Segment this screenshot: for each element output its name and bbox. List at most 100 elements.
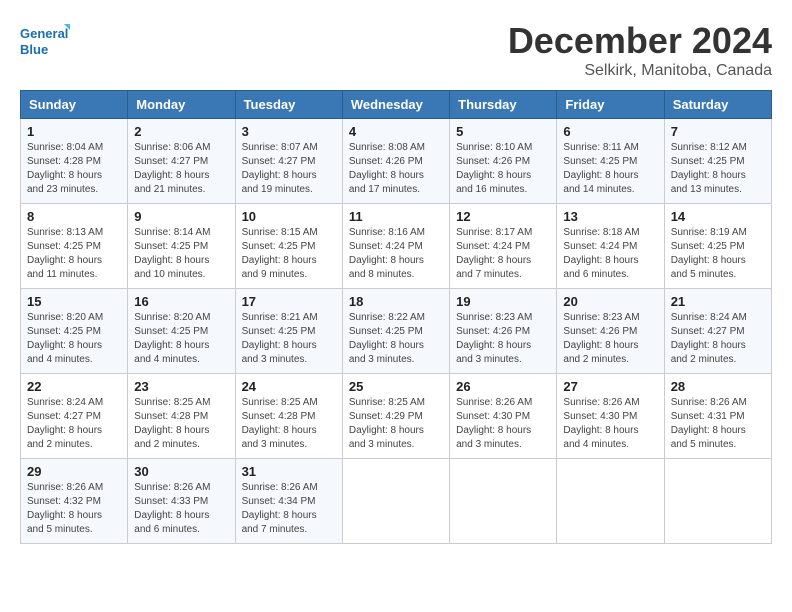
day-detail: Sunrise: 8:20 AMSunset: 4:25 PMDaylight:…: [134, 312, 210, 365]
day-number: 23: [134, 379, 228, 394]
calendar-cell: 22 Sunrise: 8:24 AMSunset: 4:27 PMDaylig…: [21, 374, 128, 459]
day-detail: Sunrise: 8:26 AMSunset: 4:32 PMDaylight:…: [27, 482, 103, 535]
col-header-sunday: Sunday: [21, 91, 128, 119]
calendar-cell: [342, 459, 449, 544]
day-number: 11: [349, 209, 443, 224]
day-detail: Sunrise: 8:26 AMSunset: 4:30 PMDaylight:…: [456, 397, 532, 450]
day-number: 2: [134, 124, 228, 139]
day-detail: Sunrise: 8:07 AMSunset: 4:27 PMDaylight:…: [242, 142, 318, 195]
col-header-tuesday: Tuesday: [235, 91, 342, 119]
day-detail: Sunrise: 8:08 AMSunset: 4:26 PMDaylight:…: [349, 142, 425, 195]
calendar-cell: 1 Sunrise: 8:04 AMSunset: 4:28 PMDayligh…: [21, 119, 128, 204]
day-detail: Sunrise: 8:10 AMSunset: 4:26 PMDaylight:…: [456, 142, 532, 195]
calendar-cell: 20 Sunrise: 8:23 AMSunset: 4:26 PMDaylig…: [557, 289, 664, 374]
day-detail: Sunrise: 8:25 AMSunset: 4:28 PMDaylight:…: [134, 397, 210, 450]
calendar-cell: 31 Sunrise: 8:26 AMSunset: 4:34 PMDaylig…: [235, 459, 342, 544]
calendar-cell: 3 Sunrise: 8:07 AMSunset: 4:27 PMDayligh…: [235, 119, 342, 204]
day-number: 9: [134, 209, 228, 224]
day-number: 1: [27, 124, 121, 139]
svg-text:Blue: Blue: [20, 42, 48, 57]
day-number: 12: [456, 209, 550, 224]
day-detail: Sunrise: 8:21 AMSunset: 4:25 PMDaylight:…: [242, 312, 318, 365]
location-title: Selkirk, Manitoba, Canada: [508, 62, 772, 80]
calendar-cell: 2 Sunrise: 8:06 AMSunset: 4:27 PMDayligh…: [128, 119, 235, 204]
calendar-week-2: 8 Sunrise: 8:13 AMSunset: 4:25 PMDayligh…: [21, 204, 772, 289]
day-detail: Sunrise: 8:26 AMSunset: 4:33 PMDaylight:…: [134, 482, 210, 535]
calendar-cell: 5 Sunrise: 8:10 AMSunset: 4:26 PMDayligh…: [450, 119, 557, 204]
calendar-cell: 7 Sunrise: 8:12 AMSunset: 4:25 PMDayligh…: [664, 119, 771, 204]
day-detail: Sunrise: 8:26 AMSunset: 4:30 PMDaylight:…: [563, 397, 639, 450]
calendar-table: SundayMondayTuesdayWednesdayThursdayFrid…: [20, 90, 772, 544]
title-block: December 2024 Selkirk, Manitoba, Canada: [508, 20, 772, 80]
day-detail: Sunrise: 8:23 AMSunset: 4:26 PMDaylight:…: [456, 312, 532, 365]
day-number: 13: [563, 209, 657, 224]
calendar-cell: 12 Sunrise: 8:17 AMSunset: 4:24 PMDaylig…: [450, 204, 557, 289]
day-number: 28: [671, 379, 765, 394]
day-detail: Sunrise: 8:12 AMSunset: 4:25 PMDaylight:…: [671, 142, 747, 195]
logo-svg: General Blue: [20, 20, 70, 64]
day-number: 30: [134, 464, 228, 479]
day-number: 14: [671, 209, 765, 224]
page-header: General Blue December 2024 Selkirk, Mani…: [20, 20, 772, 80]
day-number: 20: [563, 294, 657, 309]
month-title: December 2024: [508, 20, 772, 62]
day-detail: Sunrise: 8:26 AMSunset: 4:31 PMDaylight:…: [671, 397, 747, 450]
day-detail: Sunrise: 8:15 AMSunset: 4:25 PMDaylight:…: [242, 227, 318, 280]
day-detail: Sunrise: 8:20 AMSunset: 4:25 PMDaylight:…: [27, 312, 103, 365]
day-number: 8: [27, 209, 121, 224]
day-detail: Sunrise: 8:19 AMSunset: 4:25 PMDaylight:…: [671, 227, 747, 280]
calendar-cell: 27 Sunrise: 8:26 AMSunset: 4:30 PMDaylig…: [557, 374, 664, 459]
day-number: 15: [27, 294, 121, 309]
calendar-cell: 16 Sunrise: 8:20 AMSunset: 4:25 PMDaylig…: [128, 289, 235, 374]
calendar-cell: 9 Sunrise: 8:14 AMSunset: 4:25 PMDayligh…: [128, 204, 235, 289]
day-number: 18: [349, 294, 443, 309]
calendar-cell: 29 Sunrise: 8:26 AMSunset: 4:32 PMDaylig…: [21, 459, 128, 544]
calendar-cell: 25 Sunrise: 8:25 AMSunset: 4:29 PMDaylig…: [342, 374, 449, 459]
day-number: 19: [456, 294, 550, 309]
day-detail: Sunrise: 8:25 AMSunset: 4:28 PMDaylight:…: [242, 397, 318, 450]
day-detail: Sunrise: 8:22 AMSunset: 4:25 PMDaylight:…: [349, 312, 425, 365]
day-number: 16: [134, 294, 228, 309]
day-number: 25: [349, 379, 443, 394]
day-detail: Sunrise: 8:16 AMSunset: 4:24 PMDaylight:…: [349, 227, 425, 280]
day-number: 17: [242, 294, 336, 309]
day-detail: Sunrise: 8:25 AMSunset: 4:29 PMDaylight:…: [349, 397, 425, 450]
calendar-week-3: 15 Sunrise: 8:20 AMSunset: 4:25 PMDaylig…: [21, 289, 772, 374]
calendar-cell: 26 Sunrise: 8:26 AMSunset: 4:30 PMDaylig…: [450, 374, 557, 459]
day-detail: Sunrise: 8:18 AMSunset: 4:24 PMDaylight:…: [563, 227, 639, 280]
calendar-cell: 17 Sunrise: 8:21 AMSunset: 4:25 PMDaylig…: [235, 289, 342, 374]
day-number: 10: [242, 209, 336, 224]
day-number: 6: [563, 124, 657, 139]
day-number: 4: [349, 124, 443, 139]
day-number: 31: [242, 464, 336, 479]
calendar-cell: 30 Sunrise: 8:26 AMSunset: 4:33 PMDaylig…: [128, 459, 235, 544]
day-number: 26: [456, 379, 550, 394]
col-header-friday: Friday: [557, 91, 664, 119]
calendar-header-row: SundayMondayTuesdayWednesdayThursdayFrid…: [21, 91, 772, 119]
day-number: 29: [27, 464, 121, 479]
day-number: 27: [563, 379, 657, 394]
day-number: 3: [242, 124, 336, 139]
day-detail: Sunrise: 8:11 AMSunset: 4:25 PMDaylight:…: [563, 142, 638, 195]
calendar-cell: 15 Sunrise: 8:20 AMSunset: 4:25 PMDaylig…: [21, 289, 128, 374]
calendar-cell: [450, 459, 557, 544]
day-number: 22: [27, 379, 121, 394]
calendar-week-1: 1 Sunrise: 8:04 AMSunset: 4:28 PMDayligh…: [21, 119, 772, 204]
calendar-week-5: 29 Sunrise: 8:26 AMSunset: 4:32 PMDaylig…: [21, 459, 772, 544]
day-detail: Sunrise: 8:06 AMSunset: 4:27 PMDaylight:…: [134, 142, 210, 195]
calendar-cell: 6 Sunrise: 8:11 AMSunset: 4:25 PMDayligh…: [557, 119, 664, 204]
day-detail: Sunrise: 8:23 AMSunset: 4:26 PMDaylight:…: [563, 312, 639, 365]
col-header-wednesday: Wednesday: [342, 91, 449, 119]
day-detail: Sunrise: 8:13 AMSunset: 4:25 PMDaylight:…: [27, 227, 103, 280]
calendar-cell: 18 Sunrise: 8:22 AMSunset: 4:25 PMDaylig…: [342, 289, 449, 374]
calendar-cell: 14 Sunrise: 8:19 AMSunset: 4:25 PMDaylig…: [664, 204, 771, 289]
calendar-cell: 21 Sunrise: 8:24 AMSunset: 4:27 PMDaylig…: [664, 289, 771, 374]
col-header-saturday: Saturday: [664, 91, 771, 119]
calendar-cell: 8 Sunrise: 8:13 AMSunset: 4:25 PMDayligh…: [21, 204, 128, 289]
day-detail: Sunrise: 8:14 AMSunset: 4:25 PMDaylight:…: [134, 227, 210, 280]
calendar-cell: 28 Sunrise: 8:26 AMSunset: 4:31 PMDaylig…: [664, 374, 771, 459]
calendar-week-4: 22 Sunrise: 8:24 AMSunset: 4:27 PMDaylig…: [21, 374, 772, 459]
day-detail: Sunrise: 8:04 AMSunset: 4:28 PMDaylight:…: [27, 142, 103, 195]
calendar-cell: 11 Sunrise: 8:16 AMSunset: 4:24 PMDaylig…: [342, 204, 449, 289]
calendar-cell: 4 Sunrise: 8:08 AMSunset: 4:26 PMDayligh…: [342, 119, 449, 204]
